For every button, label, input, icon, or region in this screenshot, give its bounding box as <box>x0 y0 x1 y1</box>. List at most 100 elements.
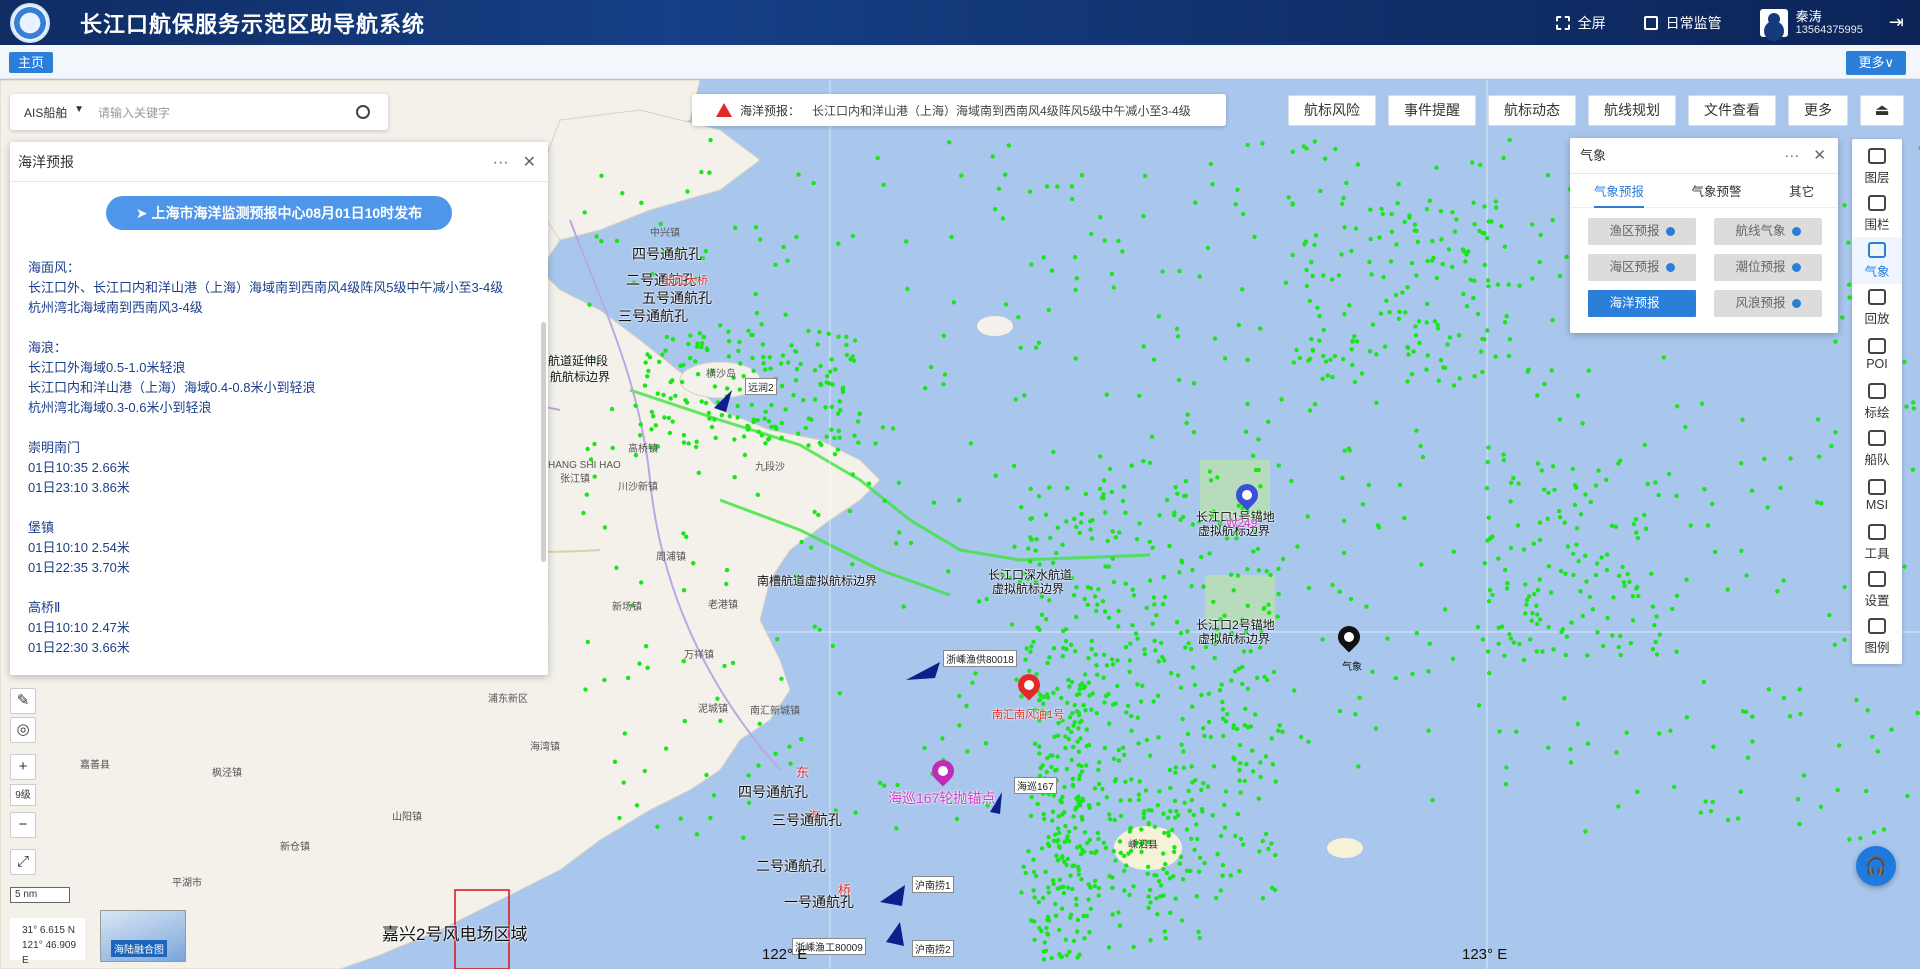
ship-dot[interactable] <box>1521 657 1527 663</box>
ship-dot[interactable] <box>1110 556 1116 561</box>
ship-dot[interactable] <box>1523 582 1528 587</box>
ship-dot[interactable] <box>1739 461 1744 466</box>
ship-dot[interactable] <box>1557 515 1563 520</box>
ship-dot[interactable] <box>1833 430 1838 435</box>
ship-dot[interactable] <box>1130 587 1135 592</box>
ship-dot[interactable] <box>1110 912 1115 917</box>
ship-dot[interactable] <box>1012 463 1017 468</box>
ship-dot[interactable] <box>1815 417 1821 422</box>
ship-dot[interactable] <box>1101 840 1107 845</box>
ship-dot[interactable] <box>1290 252 1295 258</box>
ship-dot[interactable] <box>1039 928 1044 934</box>
ship-dot[interactable] <box>1400 290 1405 295</box>
ship-dot[interactable] <box>1003 172 1008 177</box>
ship-dot[interactable] <box>1330 582 1335 588</box>
ship-dot[interactable] <box>1620 564 1625 570</box>
ship-dot[interactable] <box>621 780 626 785</box>
ship-dot[interactable] <box>1482 262 1488 268</box>
ship-dot[interactable] <box>1506 353 1512 359</box>
ship-dot[interactable] <box>1110 529 1115 534</box>
ship-dot[interactable] <box>1310 273 1315 279</box>
ship-dot[interactable] <box>1196 869 1202 874</box>
ship-label-hunan2[interactable]: 沪南捞2 <box>912 940 954 957</box>
ship-dot[interactable] <box>666 415 671 421</box>
ship-dot[interactable] <box>1103 693 1109 699</box>
ship-dot[interactable] <box>1178 517 1183 522</box>
ship-dot[interactable] <box>1271 669 1277 675</box>
ship-dot[interactable] <box>1066 829 1072 834</box>
ship-dot[interactable] <box>1019 505 1024 510</box>
ship-dot[interactable] <box>681 362 686 368</box>
ship-dot[interactable] <box>1045 660 1050 666</box>
ship-dot[interactable] <box>1342 225 1347 230</box>
ship-dot[interactable] <box>1009 622 1015 627</box>
ship-dot[interactable] <box>1028 559 1033 564</box>
ship-dot[interactable] <box>1382 344 1388 349</box>
ship-dot[interactable] <box>1167 767 1173 773</box>
ship-dot[interactable] <box>828 369 833 374</box>
ship-dot[interactable] <box>1528 637 1533 642</box>
ship-dot[interactable] <box>1050 753 1055 758</box>
ship-dot[interactable] <box>688 333 693 338</box>
ship-dot[interactable] <box>973 671 978 676</box>
ship-dot[interactable] <box>1434 275 1440 281</box>
ship-dot[interactable] <box>1487 670 1492 676</box>
ship-dot[interactable] <box>1029 794 1034 800</box>
ship-dot[interactable] <box>755 492 760 497</box>
ship-dot[interactable] <box>1616 804 1621 809</box>
ship-dot[interactable] <box>1043 512 1049 517</box>
ship-dot[interactable] <box>799 736 804 742</box>
ship-dot[interactable] <box>1060 812 1065 817</box>
ship-dot[interactable] <box>1056 733 1061 738</box>
ship-dot[interactable] <box>718 718 723 723</box>
ship-dot[interactable] <box>1235 812 1241 817</box>
ship-dot[interactable] <box>803 425 808 431</box>
ship-dot[interactable] <box>798 361 803 367</box>
ship-dot[interactable] <box>1019 890 1024 895</box>
ship-dot[interactable] <box>1175 673 1181 678</box>
ship-dot[interactable] <box>667 430 673 436</box>
ship-dot[interactable] <box>1837 743 1842 748</box>
ship-dot[interactable] <box>941 382 946 387</box>
ship-dot[interactable] <box>1425 353 1430 358</box>
daily-monitor-button[interactable]: 日常监管 <box>1643 13 1722 33</box>
ship-dot[interactable] <box>1558 568 1564 574</box>
ship-dot[interactable] <box>1180 716 1185 722</box>
ship-dot[interactable] <box>812 624 817 629</box>
ship-dot[interactable] <box>706 410 712 416</box>
ship-dot[interactable] <box>1564 634 1570 639</box>
ship-dot[interactable] <box>1079 877 1084 882</box>
ship-dot[interactable] <box>1215 475 1220 480</box>
ship-dot[interactable] <box>1323 359 1329 364</box>
ship-dot[interactable] <box>1123 779 1128 784</box>
ship-dot[interactable] <box>1568 760 1574 765</box>
ship-dot[interactable] <box>1705 523 1711 528</box>
ship-dot[interactable] <box>1189 764 1194 769</box>
ship-dot[interactable] <box>844 342 849 348</box>
ship-dot[interactable] <box>1495 282 1501 287</box>
ship-dot[interactable] <box>1129 728 1134 733</box>
ship-dot[interactable] <box>1590 607 1596 612</box>
ship-dot[interactable] <box>685 189 690 194</box>
ship-dot[interactable] <box>1101 675 1106 680</box>
ship-dot[interactable] <box>1407 215 1412 220</box>
ship-dot[interactable] <box>1272 887 1278 893</box>
sea-area-forecast-button[interactable]: 海区预报 <box>1588 254 1696 281</box>
ship-dot[interactable] <box>1235 726 1240 732</box>
ship-dot[interactable] <box>737 387 742 392</box>
ship-dot[interactable] <box>1055 838 1061 843</box>
ship-dot[interactable] <box>1053 901 1058 907</box>
ship-dot[interactable] <box>707 170 712 175</box>
ship-dot[interactable] <box>1053 913 1059 918</box>
ship-dot[interactable] <box>1062 859 1067 864</box>
ship-dot[interactable] <box>1368 207 1373 212</box>
ship-dot[interactable] <box>931 500 937 505</box>
ship-dot[interactable] <box>746 773 751 778</box>
ship-dot[interactable] <box>1193 200 1198 205</box>
ship-dot[interactable] <box>1472 222 1477 227</box>
ship-dot[interactable] <box>1096 836 1101 842</box>
ship-dot[interactable] <box>1405 345 1410 350</box>
tab-weather-other[interactable]: 其它 <box>1789 181 1814 200</box>
ship-dot[interactable] <box>1143 788 1149 793</box>
ship-dot[interactable] <box>1508 499 1513 504</box>
